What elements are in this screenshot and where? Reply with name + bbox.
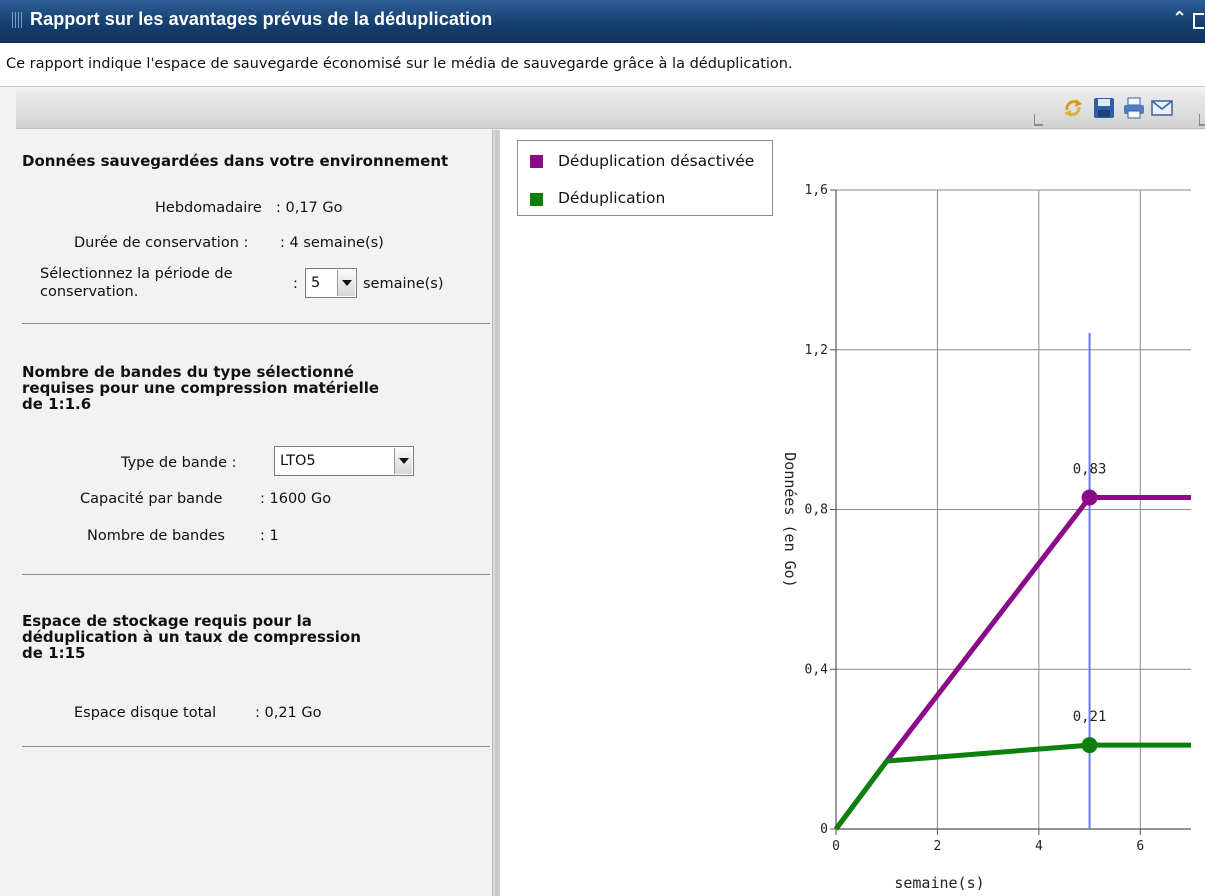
select-period-label: Sélectionnez la période de (40, 266, 233, 282)
report-description-bar: Ce rapport indique l'espace de sauvegard… (0, 43, 1205, 87)
legend-swatch-dedup (530, 193, 543, 206)
report-description: Ce rapport indique l'espace de sauvegard… (6, 56, 793, 72)
section-title-storage: Espace de stockage requis pour la (22, 612, 312, 630)
email-icon[interactable] (1150, 96, 1174, 120)
weekly-value: : 0,17 Go (276, 200, 343, 216)
window-title: Rapport sur les avantages prévus de la d… (30, 9, 493, 29)
save-icon[interactable] (1092, 96, 1116, 120)
tape-type-select[interactable]: LTO5 (274, 446, 414, 476)
report-toolbar (16, 91, 1205, 129)
capacity-label: Capacité par bande (80, 491, 223, 507)
section-title-tapes: Nombre de bandes du type sélectionné (22, 363, 354, 381)
retention-period-value: 5 (311, 275, 321, 291)
retention-period-unit: semaine(s) (363, 276, 444, 292)
maximize-icon[interactable] (1193, 13, 1204, 29)
section-divider (22, 746, 490, 747)
legend-label-dedup-off: Déduplication désactivée (558, 152, 755, 170)
legend-label-dedup: Déduplication (558, 189, 666, 207)
weekly-label: Hebdomadaire (155, 200, 262, 216)
chevron-down-icon[interactable] (394, 448, 412, 474)
retention-label: Durée de conservation : (74, 235, 249, 251)
section-title-storage-line3: de 1:15 (22, 644, 86, 662)
section-title-data: Données sauvegardées dans votre environn… (22, 152, 449, 170)
disk-space-label: Espace disque total (74, 705, 217, 721)
toolbar-separator (1199, 114, 1205, 126)
legend-swatch-dedup-off (530, 155, 543, 168)
section-title-tapes-line3: de 1:1.6 (22, 395, 92, 413)
select-period-label-line2: conservation. (40, 284, 139, 300)
section-title-tapes-line2: requises pour une compression matérielle (22, 379, 380, 397)
chart-legend: Déduplication désactivée Déduplication (517, 140, 773, 216)
tape-type-value: LTO5 (280, 453, 316, 469)
section-divider (22, 323, 490, 324)
select-period-colon: : (293, 276, 298, 292)
disk-space-value: : 0,21 Go (255, 705, 322, 721)
chart-panel (500, 130, 1205, 896)
retention-value: : 4 semaine(s) (280, 235, 384, 251)
refresh-icon[interactable] (1061, 96, 1085, 120)
retention-period-select[interactable]: 5 (305, 268, 357, 298)
capacity-value: : 1600 Go (260, 491, 332, 507)
print-icon[interactable] (1122, 96, 1146, 120)
drag-grip-icon[interactable] (12, 12, 23, 28)
window-title-bar: Rapport sur les avantages prévus de la d… (0, 0, 1205, 43)
chevron-down-icon[interactable] (337, 270, 355, 296)
section-divider (22, 574, 490, 575)
tape-count-value: : 1 (260, 528, 279, 544)
tape-count-label: Nombre de bandes (87, 528, 225, 544)
toolbar-separator (1034, 114, 1043, 126)
collapse-icon[interactable]: ⌃ (1172, 8, 1187, 29)
tape-type-label: Type de bande : (121, 455, 237, 471)
section-title-storage-line2: déduplication à un taux de compression (22, 628, 361, 646)
